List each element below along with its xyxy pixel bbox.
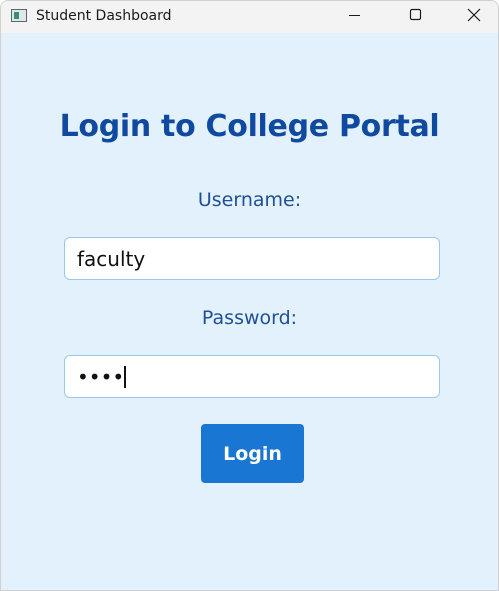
text-caret	[124, 366, 126, 388]
window-title: Student Dashboard	[36, 8, 172, 24]
username-input[interactable]	[64, 237, 440, 280]
login-panel: Login to College Portal Username: Passwo…	[1, 33, 498, 590]
minimize-icon	[349, 15, 360, 16]
app-icon	[11, 9, 27, 22]
minimize-button[interactable]	[326, 1, 384, 33]
maximize-button[interactable]	[386, 1, 444, 33]
close-button[interactable]	[444, 1, 498, 33]
title-bar[interactable]: Student Dashboard	[1, 1, 498, 33]
password-input[interactable]	[64, 355, 440, 398]
username-label: Username:	[197, 189, 302, 211]
close-icon	[467, 8, 481, 22]
maximize-icon	[409, 8, 422, 21]
app-window: Student Dashboard Login to College Porta…	[0, 0, 499, 591]
page-title: Login to College Portal	[59, 109, 440, 144]
password-label: Password:	[201, 307, 298, 329]
login-button[interactable]: Login	[201, 424, 304, 483]
